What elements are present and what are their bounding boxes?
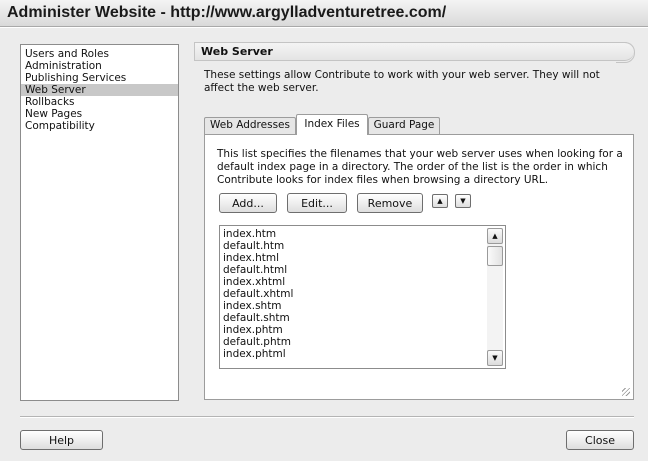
sidebar-item-users-and-roles[interactable]: Users and Roles: [21, 48, 178, 60]
list-item[interactable]: default.shtm: [223, 312, 483, 324]
sidebar-item-web-server[interactable]: Web Server: [21, 84, 178, 96]
section-description: These settings allow Contribute to work …: [204, 69, 600, 94]
help-button[interactable]: Help: [20, 430, 103, 450]
settings-panel: Web Server These settings allow Contribu…: [194, 42, 635, 400]
footer-divider: [20, 416, 634, 418]
add-button[interactable]: Add...: [219, 193, 277, 213]
scroll-down-button[interactable]: ▼: [487, 350, 503, 366]
list-item[interactable]: default.htm: [223, 240, 483, 252]
sidebar-item-rollbacks[interactable]: Rollbacks: [21, 96, 178, 108]
close-button[interactable]: Close: [566, 430, 634, 450]
triangle-up-icon: ▲: [437, 197, 443, 205]
administer-website-dialog: Users and Roles Administration Publishin…: [0, 28, 648, 461]
index-files-list: index.htm default.htm index.html default…: [223, 228, 483, 360]
scroll-up-button[interactable]: ▲: [487, 228, 503, 244]
list-item[interactable]: default.phtm: [223, 336, 483, 348]
index-files-description: This list specifies the filenames that y…: [217, 148, 623, 186]
scroll-thumb[interactable]: [487, 246, 503, 266]
sidebar-item-publishing-services[interactable]: Publishing Services: [21, 72, 178, 84]
remove-button[interactable]: Remove: [357, 193, 423, 213]
list-item[interactable]: index.htm: [223, 228, 483, 240]
list-item[interactable]: default.html: [223, 264, 483, 276]
list-item[interactable]: index.phtml: [223, 348, 483, 360]
move-up-button[interactable]: ▲: [432, 194, 448, 208]
triangle-down-icon: ▼: [460, 197, 466, 205]
tab-index-files[interactable]: Index Files: [296, 114, 368, 135]
list-item[interactable]: index.shtm: [223, 300, 483, 312]
tab-web-addresses[interactable]: Web Addresses: [204, 117, 296, 134]
resize-grip-icon[interactable]: [622, 388, 630, 396]
sidebar-item-new-pages[interactable]: New Pages: [21, 108, 178, 120]
list-item[interactable]: index.phtm: [223, 324, 483, 336]
sidebar-item-compatibility[interactable]: Compatibility: [21, 120, 178, 132]
sidebar-item-administration[interactable]: Administration: [21, 60, 178, 72]
index-files-tab-content: This list specifies the filenames that y…: [204, 134, 634, 400]
tab-guard-page[interactable]: Guard Page: [368, 117, 440, 134]
window-title: Administer Website - http://www.argyllad…: [0, 0, 648, 27]
list-item[interactable]: default.xhtml: [223, 288, 483, 300]
section-title: Web Server: [194, 42, 635, 63]
list-item[interactable]: index.xhtml: [223, 276, 483, 288]
edit-button[interactable]: Edit...: [287, 193, 347, 213]
list-item[interactable]: index.html: [223, 252, 483, 264]
move-down-button[interactable]: ▼: [455, 194, 471, 208]
chevron-up-icon: ▲: [492, 232, 498, 240]
index-files-listbox[interactable]: index.htm default.htm index.html default…: [219, 225, 506, 369]
category-list[interactable]: Users and Roles Administration Publishin…: [20, 44, 179, 401]
chevron-down-icon: ▼: [492, 354, 498, 362]
list-vertical-scrollbar[interactable]: ▲ ▼: [487, 228, 503, 366]
